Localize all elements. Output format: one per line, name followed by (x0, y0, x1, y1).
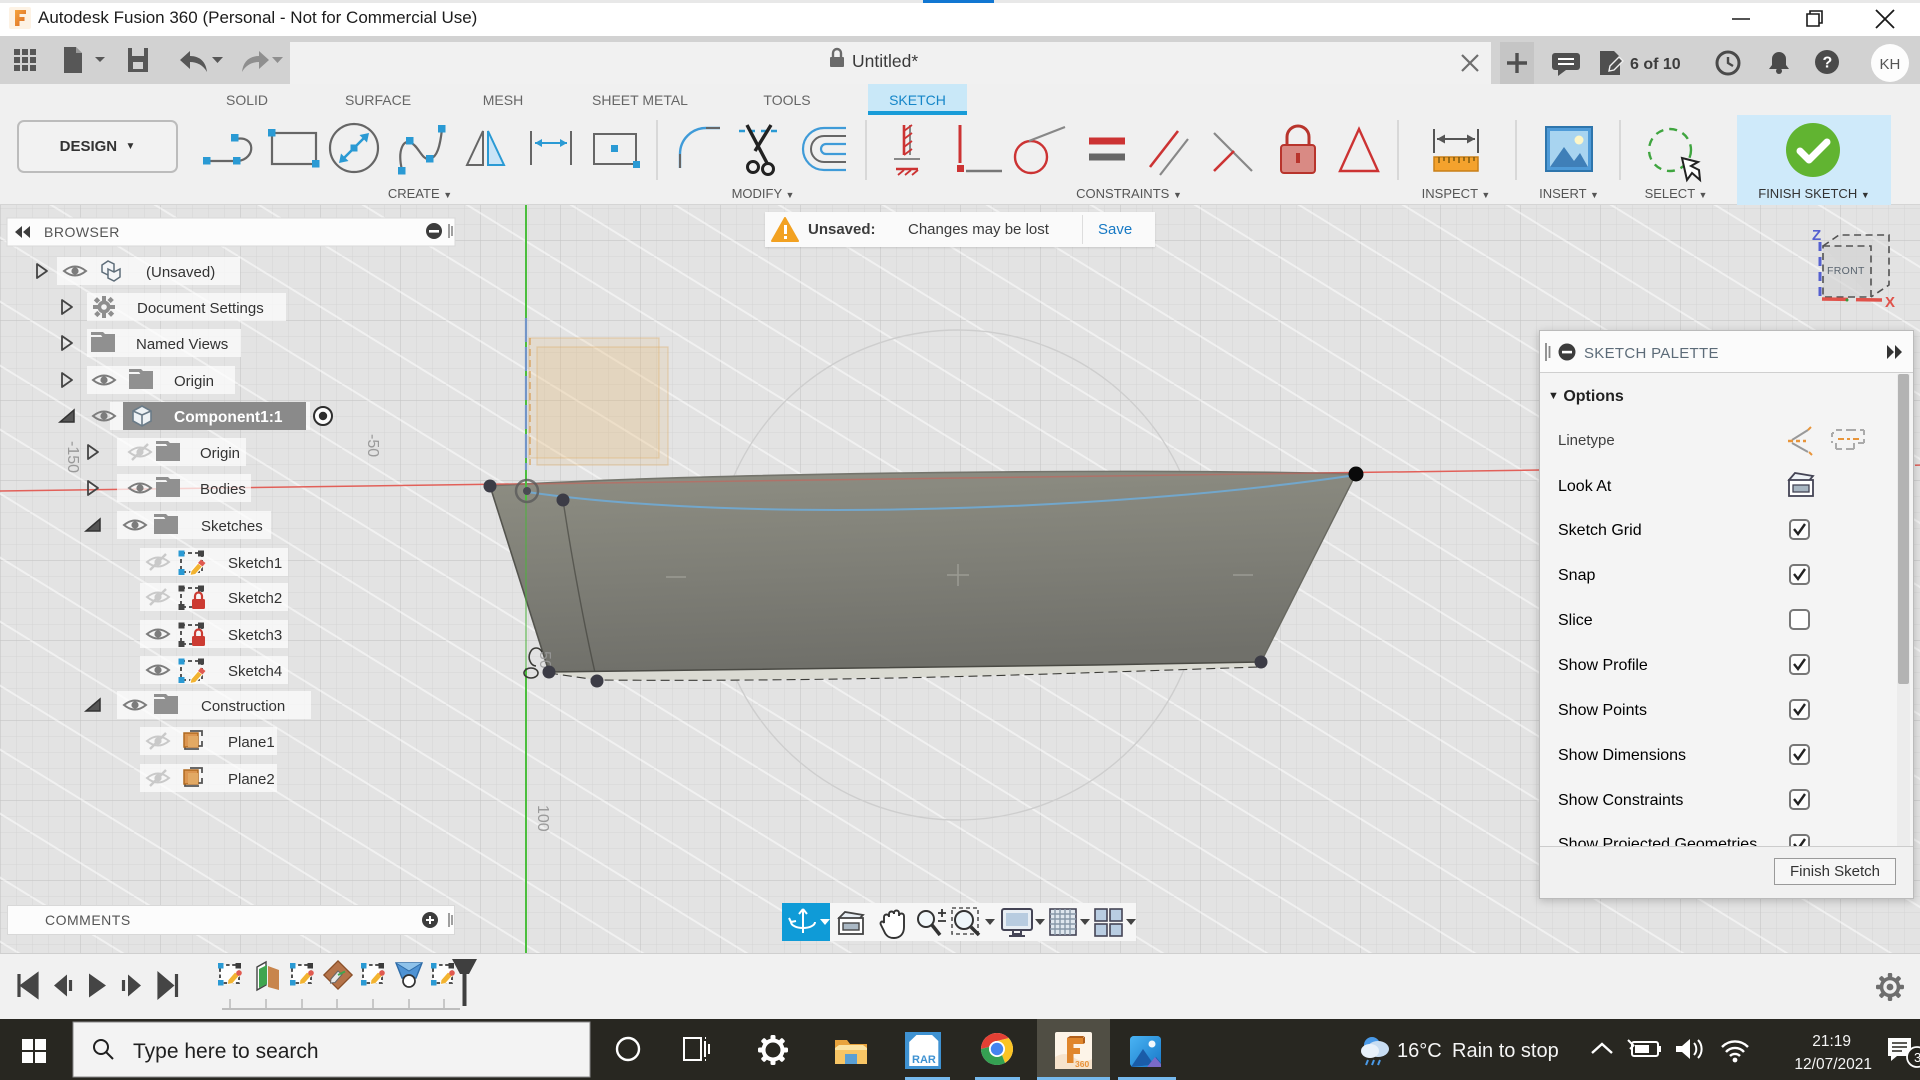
svg-text:Named Views: Named Views (136, 336, 228, 353)
svg-text:Component1:1: Component1:1 (174, 409, 283, 426)
svg-text:21:19: 21:19 (1812, 1033, 1851, 1050)
svg-text:RAR: RAR (912, 1054, 936, 1066)
svg-text:Type here to search: Type here to search (133, 1040, 319, 1063)
svg-text:FRONT: FRONT (1827, 265, 1865, 277)
svg-text:X: X (1885, 294, 1895, 311)
svg-text:Rain to stop: Rain to stop (1452, 1040, 1559, 1062)
svg-text:100: 100 (534, 805, 551, 832)
svg-text:Sketch3: Sketch3 (228, 627, 282, 644)
svg-text:?: ? (1823, 55, 1833, 72)
svg-text:Sketch1: Sketch1 (228, 555, 282, 572)
svg-text:KH: KH (1880, 56, 1901, 73)
svg-text:3: 3 (1914, 1050, 1920, 1065)
svg-text:12/07/2021: 12/07/2021 (1794, 1056, 1872, 1073)
svg-text:6 of 10: 6 of 10 (1630, 56, 1681, 73)
svg-text:Document Settings: Document Settings (137, 300, 264, 317)
svg-text:Plane2: Plane2 (228, 771, 275, 788)
svg-text:Z: Z (1812, 227, 1821, 244)
svg-text:Sketch4: Sketch4 (228, 663, 282, 680)
svg-text:Plane1: Plane1 (228, 734, 275, 751)
svg-text:SKETCH PALETTE: SKETCH PALETTE (1584, 345, 1719, 362)
svg-text:Construction: Construction (201, 698, 285, 715)
svg-text:Origin: Origin (200, 445, 240, 462)
svg-text:(Unsaved): (Unsaved) (146, 264, 215, 281)
svg-text:Sketch2: Sketch2 (228, 590, 282, 607)
svg-text:Bodies: Bodies (200, 481, 246, 498)
svg-text:Origin: Origin (174, 373, 214, 390)
svg-text:16°C: 16°C (1397, 1040, 1442, 1062)
svg-text:360: 360 (1075, 1059, 1089, 1069)
svg-text:BROWSER: BROWSER (44, 224, 120, 240)
svg-text:Sketches: Sketches (201, 518, 263, 535)
